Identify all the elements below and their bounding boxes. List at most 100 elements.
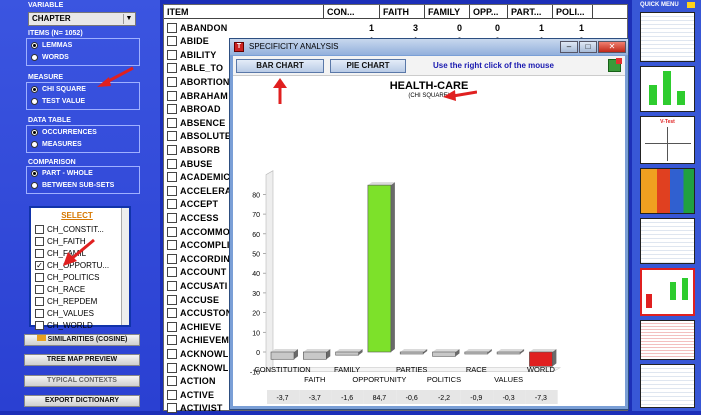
select-item[interactable]: CH_RACE <box>35 283 85 295</box>
checkbox[interactable] <box>35 236 44 246</box>
bar-top <box>529 349 557 352</box>
checkbox[interactable]: ✓ <box>35 260 44 270</box>
column-header[interactable]: CON... <box>324 5 380 19</box>
checkbox[interactable] <box>167 335 177 346</box>
checkbox[interactable] <box>167 104 177 115</box>
thumbnail-selected-chart[interactable] <box>640 268 695 316</box>
thumbnail-text[interactable] <box>640 320 695 360</box>
radio-measures[interactable]: MEASURES <box>27 138 139 150</box>
thumbnail-vtest[interactable]: V-Test <box>640 116 695 164</box>
data-table-label: DATA TABLE <box>28 117 71 124</box>
checkbox[interactable] <box>167 403 177 414</box>
radio-icon[interactable] <box>31 85 38 93</box>
bar-chart-button[interactable]: BAR CHART <box>236 59 324 73</box>
column-header[interactable]: POLI... <box>553 5 593 19</box>
checkbox[interactable] <box>167 158 177 169</box>
close-button[interactable]: ✕ <box>598 41 626 53</box>
checkbox[interactable] <box>35 284 44 294</box>
checkbox[interactable] <box>167 185 177 196</box>
column-header[interactable]: ITEM <box>164 5 324 19</box>
checkbox[interactable] <box>167 22 177 33</box>
maximize-button[interactable]: □ <box>579 41 597 53</box>
radio-words[interactable]: WORDS <box>27 51 139 63</box>
checkbox[interactable] <box>167 308 177 319</box>
checkbox[interactable] <box>167 76 177 87</box>
radio-between-subsets[interactable]: BETWEEN SUB-SETS <box>27 179 139 191</box>
checkbox[interactable] <box>167 226 177 237</box>
value-cell: 3 <box>412 22 418 33</box>
thumbnail-list[interactable] <box>640 218 695 264</box>
checkbox[interactable] <box>35 308 44 318</box>
bar <box>399 351 424 355</box>
checkbox[interactable] <box>167 63 177 74</box>
checkbox[interactable] <box>35 248 44 258</box>
select-item[interactable]: CH_POLITICS <box>35 271 99 283</box>
minimize-button[interactable]: – <box>560 41 578 53</box>
checkbox[interactable] <box>167 131 177 142</box>
bar <box>464 351 489 355</box>
checkbox[interactable] <box>35 224 44 234</box>
column-header[interactable]: OPP... <box>470 5 508 19</box>
chevron-down-icon[interactable]: ▼ <box>123 14 134 24</box>
radio-icon[interactable] <box>31 53 38 61</box>
radio-part-whole[interactable]: PART - WHOLE <box>27 167 139 179</box>
checkbox[interactable] <box>167 117 177 128</box>
radio-icon[interactable] <box>31 97 38 105</box>
title-bar[interactable]: T SPECIFICITY ANALYSIS – □ ✕ <box>230 39 628 55</box>
checkbox[interactable] <box>35 296 44 306</box>
checkbox[interactable] <box>167 240 177 251</box>
thumbnail-table-2[interactable] <box>640 364 695 408</box>
select-title[interactable]: SELECT <box>31 211 123 220</box>
bar <box>496 351 521 355</box>
checkbox[interactable] <box>35 272 44 282</box>
checkbox[interactable] <box>167 36 177 47</box>
thumbnail-table[interactable] <box>640 12 695 62</box>
table-row[interactable]: ABANDON 1 3 0 0 1 1 <box>164 21 627 34</box>
checkbox[interactable] <box>167 348 177 359</box>
thumbnail-tree-map[interactable] <box>640 168 695 214</box>
checkbox[interactable] <box>167 321 177 332</box>
radio-occurrences[interactable]: OCCURRENCES <box>27 126 139 138</box>
thumbnail-bar-chart[interactable] <box>640 66 695 112</box>
pie-chart-button[interactable]: PIE CHART <box>330 59 406 73</box>
variable-select[interactable]: CHAPTER ▼ <box>28 12 136 26</box>
checkbox[interactable] <box>167 267 177 278</box>
bar-side <box>552 349 557 367</box>
select-item[interactable]: CH_WORLD <box>35 319 93 331</box>
typical-contexts-button[interactable]: TYPICAL CONTEXTS <box>24 375 140 387</box>
checkbox[interactable] <box>167 199 177 210</box>
radio-icon[interactable] <box>31 169 38 177</box>
export-dictionary-button[interactable]: EXPORT DICTIONARY <box>24 395 140 407</box>
checkbox[interactable] <box>167 362 177 373</box>
checkbox[interactable] <box>167 376 177 387</box>
checkbox[interactable] <box>167 280 177 291</box>
y-tick-label: 10 <box>252 330 260 337</box>
radio-icon[interactable] <box>31 128 38 136</box>
radio-icon[interactable] <box>31 181 38 189</box>
column-header[interactable]: FAMILY <box>425 5 470 19</box>
checkbox[interactable] <box>167 253 177 264</box>
column-header[interactable]: FAITH <box>380 5 425 19</box>
checkbox[interactable] <box>167 144 177 155</box>
checkbox[interactable] <box>167 389 177 400</box>
tree-map-preview-button[interactable]: TREE MAP PREVIEW <box>24 354 140 366</box>
select-item[interactable]: CH_CONSTIT... <box>35 223 104 235</box>
checkbox[interactable] <box>167 90 177 101</box>
checkbox[interactable] <box>167 49 177 60</box>
scrollbar[interactable] <box>121 208 129 325</box>
select-item[interactable]: CH_VALUES <box>35 307 94 319</box>
pin-icon[interactable] <box>687 2 695 8</box>
checkbox[interactable] <box>167 172 177 183</box>
excel-icon[interactable] <box>608 58 622 72</box>
column-header[interactable]: PART... <box>508 5 553 19</box>
radio-test-value[interactable]: TEST VALUE <box>27 95 139 107</box>
select-item[interactable]: CH_REPDEM <box>35 295 97 307</box>
checkbox[interactable] <box>167 294 177 305</box>
checkbox[interactable] <box>167 212 177 223</box>
similarities-button[interactable]: SIMILARITIES (COSINE) <box>24 334 140 346</box>
radio-icon[interactable] <box>31 41 38 49</box>
value-label: -0,9 <box>470 395 482 402</box>
radio-icon[interactable] <box>31 140 38 148</box>
checkbox[interactable] <box>35 320 44 330</box>
radio-lemmas[interactable]: LEMMAS <box>27 39 139 51</box>
